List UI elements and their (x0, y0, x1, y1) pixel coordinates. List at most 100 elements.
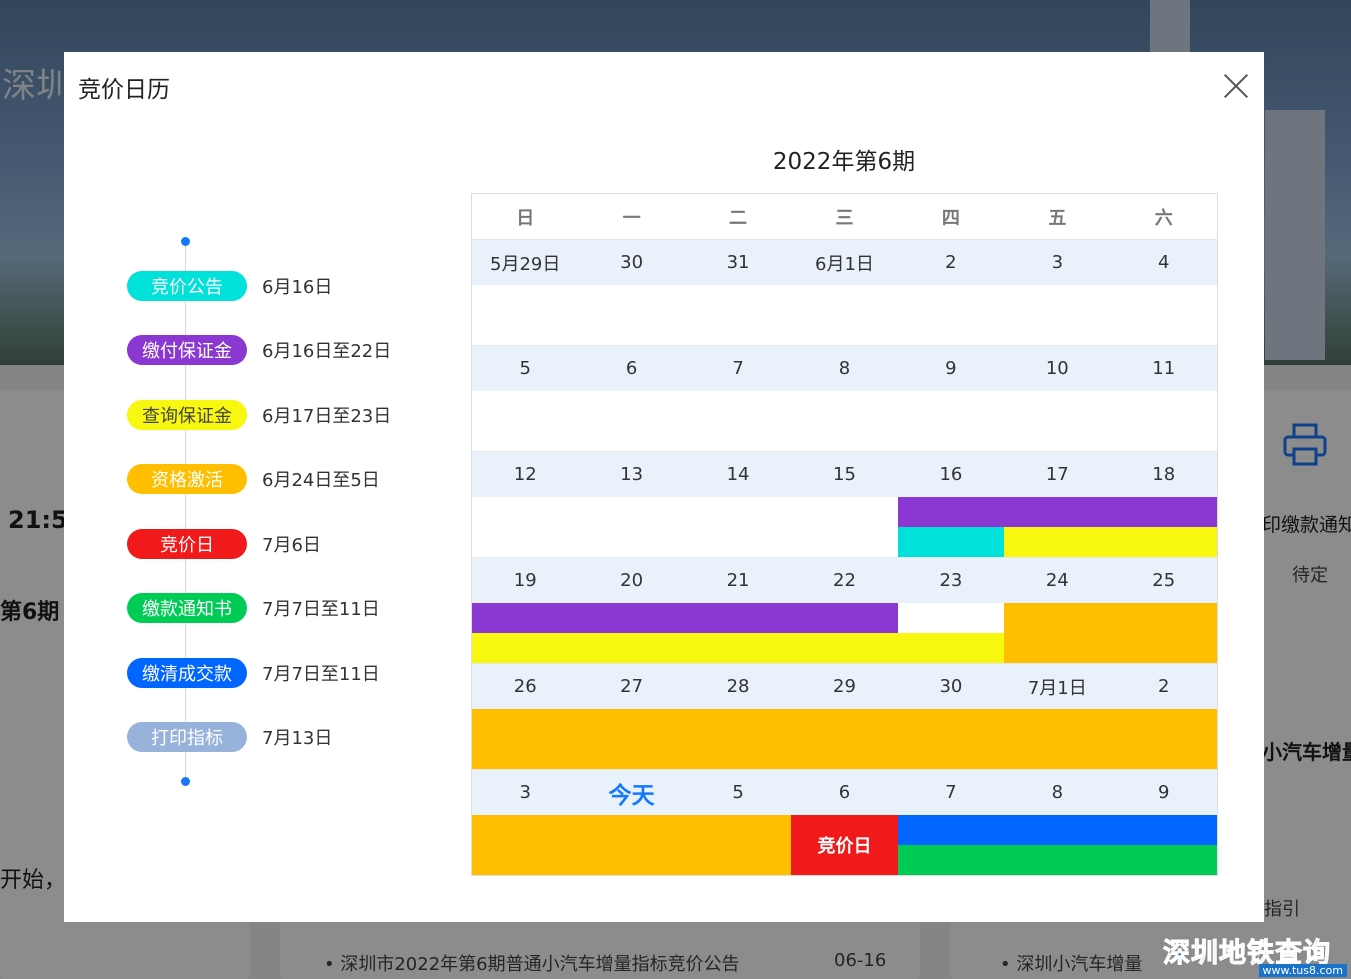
date-cell: 23 (939, 570, 963, 591)
weekday-label: 日 (516, 207, 535, 229)
timeline-pill-deposit-query: 查询保证金 (127, 400, 247, 430)
date-cell: 5 (519, 358, 531, 379)
timeline-item: 查询保证金 6月17日至23日 (127, 400, 391, 430)
timeline-line (185, 240, 186, 782)
date-cell: 6 (625, 358, 638, 379)
date-cell: 7月1日 (1027, 677, 1087, 699)
date-cell: 17 (1045, 464, 1069, 485)
timeline-date: 7月7日至11日 (262, 664, 380, 685)
timeline-item: 竞价日 7月6日 (127, 529, 321, 559)
weekday-label: 六 (1154, 207, 1173, 229)
week-events (472, 285, 1217, 346)
date-cell: 9 (945, 358, 957, 379)
date-cell: 8 (1051, 782, 1064, 803)
week-dates: 5 6 7 8 9 10 11 (472, 346, 1217, 391)
date-cell: 16 (939, 464, 963, 485)
today-label: 今天 (608, 782, 655, 809)
timeline-date: 6月16日 (262, 277, 333, 298)
date-cell: 18 (1152, 464, 1176, 485)
date-cell: 12 (513, 464, 537, 485)
timeline-date: 6月17日至23日 (262, 406, 392, 427)
week-events: 竞价日 (472, 815, 1217, 875)
timeline-date: 6月16日至22日 (262, 341, 392, 362)
timeline-date: 6月24日至5日 (262, 470, 380, 491)
week-events (472, 603, 1217, 664)
timeline-date: 7月6日 (262, 535, 321, 556)
date-cell: 15 (833, 464, 856, 485)
date-cell: 29 (833, 676, 856, 697)
week-dates: 12 13 14 15 16 17 18 (472, 452, 1217, 497)
event-bar-announcement (898, 527, 1004, 557)
timeline-pill-bid-day: 竞价日 (127, 529, 247, 559)
event-bar-deposit-query (472, 633, 1004, 663)
calendar-grid: 日 一 二 三 四 五 六 5月29日 30 31 6月1日 2 3 4 5 6… (471, 193, 1218, 876)
timeline-item: 缴清成交款 7月7日至11日 (127, 658, 380, 688)
date-cell: 3 (519, 782, 531, 803)
weekday-header: 日 一 二 三 四 五 六 (472, 194, 1217, 240)
date-cell: 7 (945, 782, 957, 803)
date-cell: 4 (1158, 252, 1170, 273)
event-bar-activation (472, 815, 791, 875)
weekday-label: 五 (1048, 207, 1067, 229)
weekday-label: 四 (941, 207, 960, 229)
event-bar-bid-day: 竞价日 (791, 815, 898, 875)
calendar-title: 2022年第6期 (772, 149, 916, 175)
event-bar-payment-notice (898, 845, 1217, 875)
timeline-pill-settle-payment: 缴清成交款 (127, 658, 247, 688)
timeline-date: 7月13日 (262, 728, 333, 749)
timeline-item: 缴款通知书 7月7日至11日 (127, 593, 380, 623)
site-watermark: 深圳地铁查询 www.tus8.com (1163, 931, 1347, 977)
date-cell: 25 (1152, 570, 1176, 591)
timeline-item: 竞价公告 6月16日 (127, 271, 332, 301)
date-cell: 28 (726, 676, 750, 697)
date-cell: 2 (1158, 676, 1170, 697)
week-events (472, 497, 1217, 558)
week-events (472, 391, 1217, 452)
timeline-pill-deposit: 缴付保证金 (127, 335, 247, 365)
date-cell: 9 (1158, 782, 1170, 803)
event-bar-deposit (472, 603, 898, 633)
weekday-label: 二 (729, 207, 748, 229)
timeline-pill-announcement: 竞价公告 (127, 271, 247, 301)
timeline-start-dot (181, 237, 190, 246)
event-bar-deposit (898, 497, 1217, 527)
date-cell: 24 (1045, 570, 1069, 591)
event-bar-deposit-query (1004, 527, 1217, 557)
date-cell: 20 (620, 570, 644, 591)
week-dates: 3 今天 5 6 7 8 9 (472, 770, 1217, 815)
date-cell: 22 (833, 570, 856, 591)
date-cell: 2 (945, 252, 957, 273)
timeline-end-dot (181, 777, 190, 786)
bid-calendar-modal: 竞价日历 竞价公告 6月16日 缴付保证金 6月16日至22日 查询保证金 6月… (64, 52, 1264, 922)
date-cell: 5月29日 (490, 253, 561, 275)
date-cell: 21 (726, 570, 750, 591)
date-cell: 11 (1152, 358, 1176, 379)
timeline-item: 缴付保证金 6月16日至22日 (127, 335, 391, 365)
date-cell: 10 (1045, 358, 1069, 379)
timeline-pill-payment-notice: 缴款通知书 (127, 593, 247, 623)
week-dates: 5月29日 30 31 6月1日 2 3 4 (472, 240, 1217, 285)
date-cell: 6月1日 (815, 253, 874, 275)
weekday-label: 一 (622, 207, 641, 229)
date-cell: 30 (939, 676, 963, 697)
date-cell: 30 (620, 252, 644, 273)
timeline-pill-activation: 资格激活 (127, 464, 247, 494)
close-icon[interactable] (1222, 72, 1250, 100)
timeline-item: 资格激活 6月24日至5日 (127, 464, 380, 494)
date-cell: 5 (732, 782, 744, 803)
timeline-pill-print-quota: 打印指标 (127, 722, 247, 752)
date-cell: 6 (838, 782, 851, 803)
event-bar-settle-payment (898, 815, 1217, 845)
date-cell: 13 (620, 464, 644, 485)
date-cell: 3 (1051, 252, 1064, 273)
event-bar-activation (1004, 603, 1217, 663)
date-cell: 7 (732, 358, 744, 379)
date-cell: 26 (513, 676, 537, 697)
week-dates: 26 27 28 29 30 7月1日 2 (472, 664, 1217, 709)
week-dates: 19 20 21 22 23 24 25 (472, 558, 1217, 603)
timeline-item: 打印指标 7月13日 (127, 722, 332, 752)
date-cell: 31 (726, 252, 750, 273)
event-bar-activation (472, 709, 1217, 769)
modal-title: 竞价日历 (78, 77, 170, 103)
date-cell: 19 (513, 570, 537, 591)
